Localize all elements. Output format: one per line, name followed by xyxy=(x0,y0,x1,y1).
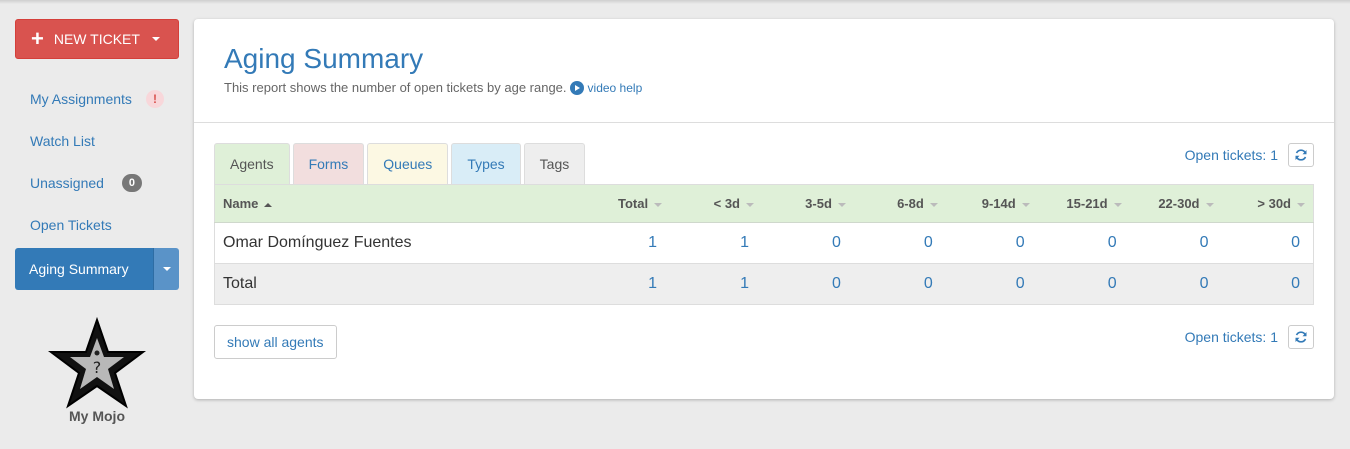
plus-icon: + xyxy=(31,26,44,51)
refresh-button[interactable] xyxy=(1288,143,1314,167)
top-shadow xyxy=(0,0,1350,4)
sort-icon xyxy=(1113,202,1122,207)
cell-link[interactable]: 0 xyxy=(1221,222,1314,264)
cell-link[interactable]: 0 xyxy=(1037,222,1130,264)
cell-link[interactable]: 0 xyxy=(761,222,854,264)
cell-link[interactable]: 1 xyxy=(574,263,671,305)
sidebar-item-watch-list[interactable]: Watch List xyxy=(15,120,179,162)
tab-tags[interactable]: Tags xyxy=(523,143,586,184)
cell-link[interactable]: 0 xyxy=(761,263,854,305)
play-icon[interactable] xyxy=(569,80,584,95)
sort-asc-icon xyxy=(264,202,273,207)
table-header-row: Name Total < 3d 3-5d 6-8d 9-14d 15-21d 2… xyxy=(214,184,1314,223)
cell-link[interactable]: 0 xyxy=(1037,263,1130,305)
cell-link[interactable]: 0 xyxy=(945,263,1038,305)
cell-link[interactable]: 0 xyxy=(1221,263,1314,305)
sort-icon xyxy=(1021,202,1030,207)
agent-name: Omar Domínguez Fuentes xyxy=(214,222,575,264)
show-all-agents-button[interactable]: show all agents xyxy=(214,325,337,359)
sort-icon xyxy=(929,202,938,207)
svg-text:?: ? xyxy=(93,358,102,377)
sort-icon xyxy=(654,202,663,207)
tab-types[interactable]: Types xyxy=(451,143,521,184)
cell-link[interactable]: 1 xyxy=(574,222,671,264)
open-tickets-label: Open tickets: 1 xyxy=(1184,329,1278,345)
cell-link[interactable]: 0 xyxy=(1129,222,1222,264)
sort-icon xyxy=(1205,202,1214,207)
tab-queues[interactable]: Queues xyxy=(367,143,449,184)
cell-link[interactable]: 1 xyxy=(670,263,762,305)
count-badge: 0 xyxy=(121,174,142,192)
open-tickets-label: Open tickets: 1 xyxy=(1184,147,1278,163)
sidebar: + NEW TICKET My Assignments ! Watch List… xyxy=(15,19,179,290)
caret-down-icon xyxy=(162,267,171,271)
tab-agents[interactable]: Agents xyxy=(214,143,290,184)
aging-table: Name Total < 3d 3-5d 6-8d 9-14d 15-21d 2… xyxy=(214,184,1314,305)
star-question-icon: ? xyxy=(48,316,146,409)
new-ticket-label: NEW TICKET xyxy=(53,31,140,47)
sidebar-item-unassigned[interactable]: Unassigned 0 xyxy=(15,162,179,204)
cell-link[interactable]: 0 xyxy=(853,222,946,264)
column-header-3-5d[interactable]: 3-5d xyxy=(761,184,854,223)
new-ticket-button[interactable]: + NEW TICKET xyxy=(15,19,179,59)
sidebar-dropdown-toggle[interactable] xyxy=(153,248,179,290)
sort-icon xyxy=(837,202,846,207)
sort-icon xyxy=(1297,202,1305,207)
report-tabs: Agents Forms Queues Types Tags xyxy=(214,143,588,184)
total-label: Total xyxy=(214,263,575,305)
column-header-lt3d[interactable]: < 3d xyxy=(670,184,762,223)
panel-header: Aging Summary This report shows the numb… xyxy=(194,19,1334,123)
refresh-button[interactable] xyxy=(1288,325,1314,349)
cell-link[interactable]: 0 xyxy=(1129,263,1222,305)
sidebar-item-label: My Assignments xyxy=(30,91,132,107)
sidebar-item-my-assignments[interactable]: My Assignments ! xyxy=(15,78,179,120)
video-help-link[interactable]: video help xyxy=(588,81,643,95)
tab-forms[interactable]: Forms xyxy=(292,143,365,184)
alert-badge: ! xyxy=(145,90,164,108)
my-mojo-label: My Mojo xyxy=(69,408,125,424)
refresh-icon xyxy=(1295,149,1307,161)
cell-link[interactable]: 1 xyxy=(670,222,762,264)
page-title: Aging Summary xyxy=(224,43,424,74)
main-panel: Aging Summary This report shows the numb… xyxy=(194,19,1334,399)
table-total-row: Total 1 1 0 0 0 0 0 0 xyxy=(214,263,1314,305)
refresh-icon xyxy=(1295,331,1307,343)
column-header-6-8d[interactable]: 6-8d xyxy=(853,184,946,223)
column-header-22-30d[interactable]: 22-30d xyxy=(1129,184,1222,223)
sidebar-item-label: Open Tickets xyxy=(30,217,112,233)
sidebar-item-label: Unassigned xyxy=(30,175,104,191)
cell-link[interactable]: 0 xyxy=(945,222,1038,264)
open-tickets-bottom: Open tickets: 1 xyxy=(1185,325,1314,349)
column-header-name[interactable]: Name xyxy=(214,184,575,223)
cell-link[interactable]: 0 xyxy=(853,263,946,305)
column-header-gt30d[interactable]: > 30d xyxy=(1221,184,1314,223)
table-row: Omar Domínguez Fuentes 1 1 0 0 0 0 0 0 xyxy=(214,222,1314,264)
sort-icon xyxy=(745,202,754,207)
page-subtitle: This report shows the number of open tic… xyxy=(224,80,1334,95)
my-mojo[interactable]: ? My Mojo xyxy=(45,316,149,424)
column-header-15-21d[interactable]: 15-21d xyxy=(1037,184,1130,223)
sidebar-item-aging-summary[interactable]: Aging Summary xyxy=(15,248,179,290)
caret-down-icon xyxy=(151,37,160,41)
sidebar-item-label: Watch List xyxy=(30,133,95,149)
column-header-total[interactable]: Total xyxy=(574,184,671,223)
sidebar-item-label: Aging Summary xyxy=(15,248,153,290)
sidebar-item-open-tickets[interactable]: Open Tickets xyxy=(15,204,179,246)
column-header-9-14d[interactable]: 9-14d xyxy=(945,184,1038,223)
subtitle-text: This report shows the number of open tic… xyxy=(224,80,567,95)
open-tickets-top: Open tickets: 1 xyxy=(1185,143,1314,167)
sidebar-nav: My Assignments ! Watch List Unassigned 0… xyxy=(15,78,179,290)
